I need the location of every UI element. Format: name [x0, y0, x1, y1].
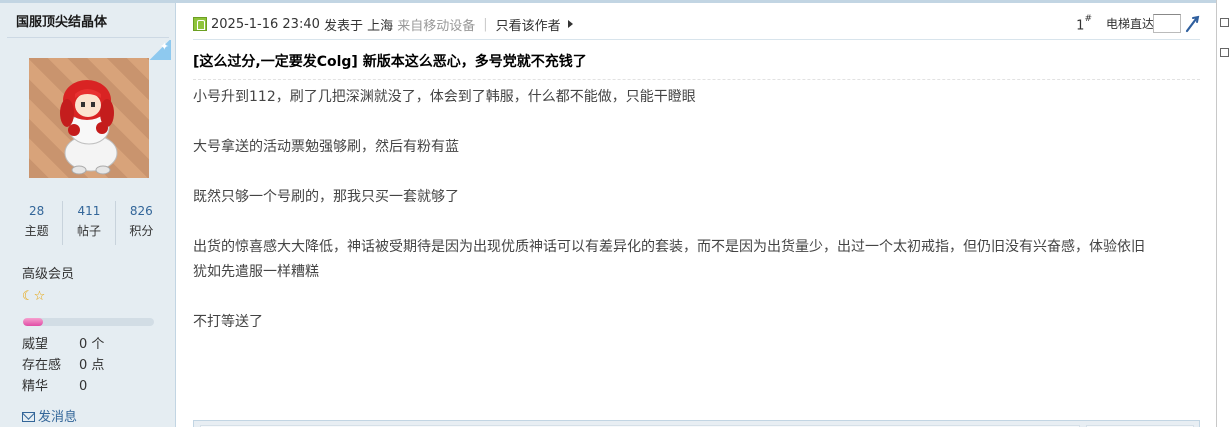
username-link[interactable]: 国服顶尖结晶体 [0, 11, 176, 35]
stat-threads[interactable]: 28 主题 [11, 201, 62, 245]
divider [7, 37, 169, 38]
user-stats: 28 主题 411 帖子 826 积分 [11, 201, 167, 245]
post-footer-bar [193, 420, 1200, 427]
stat-points[interactable]: 826 积分 [114, 201, 167, 245]
stat-value: 411 [77, 204, 101, 218]
stat-label: 帖子 [76, 224, 101, 238]
corner-tab-icon: ✦ [159, 40, 169, 53]
stat-posts[interactable]: 411 帖子 [62, 201, 114, 245]
meta-divider: | [483, 16, 488, 32]
prop-key: 存在感 [22, 358, 62, 373]
post-date: 2025-1-16 23:40 [211, 16, 320, 32]
prop-value: 0 个 [79, 337, 105, 352]
edge-icon [1220, 18, 1229, 27]
post-device: 来自移动设备 [397, 18, 476, 34]
profile-corner-tab[interactable]: ✦ [149, 40, 171, 60]
prop-key: 精华 [22, 379, 49, 394]
thread-title: [这么过分,一定要发Colg] 新版本这么恶心，多号党就不充钱了 [193, 54, 587, 70]
user-properties: 威望 0 个 存在感 0 点 精华 0 [22, 334, 104, 397]
stat-value: 826 [129, 204, 153, 218]
prop-prestige: 威望 0 个 [22, 334, 104, 355]
prop-presence: 存在感 0 点 [22, 355, 104, 376]
stat-label: 主题 [24, 224, 49, 238]
envelope-icon [22, 412, 35, 422]
post-body: 2025-1-16 23:40 发表于 上海 来自移动设备 | 只看该作者 1#… [176, 3, 1216, 427]
posted-at-label: 发表于 [324, 18, 364, 34]
post-paragraph [193, 160, 1201, 185]
star-icon: ☆ [33, 289, 46, 304]
prop-digest: 精华 0 [22, 376, 104, 397]
user-profile-sidebar: 国服顶尖结晶体 ✦ 28 主题 411 帖子 826 积分 高级会员 ☾☆ 威望… [0, 3, 176, 427]
post-paragraph: 大号拿送的活动票勉强够刷，然后有粉有蓝 [193, 139, 459, 155]
post-paragraph: 小号升到112，刷了几把深渊就没了，体会到了韩服，什么都不能做，只能干瞪眼 [193, 89, 696, 105]
post-paragraph [193, 285, 1201, 310]
send-message-label: 发消息 [38, 410, 78, 425]
user-rank[interactable]: 高级会员 [22, 263, 74, 282]
online-status-icon [193, 17, 207, 31]
edge-icon [1220, 48, 1229, 57]
prop-value: 0 点 [79, 358, 105, 373]
jump-go-icon[interactable] [1184, 15, 1200, 33]
triangle-right-icon [567, 20, 573, 28]
post-meta: 2025-1-16 23:40 发表于 上海 来自移动设备 | 只看该作者 [193, 15, 573, 34]
author-only-link[interactable]: 只看该作者 [496, 15, 561, 34]
send-message-link[interactable]: 发消息 [22, 409, 77, 427]
stat-label: 积分 [129, 224, 154, 238]
divider [193, 79, 1200, 80]
moon-icon: ☾ [22, 289, 34, 304]
prop-key: 威望 [22, 337, 49, 352]
post-paragraph [193, 110, 1201, 135]
level-progress-fill [23, 318, 43, 326]
prop-value: 0 [79, 379, 88, 394]
floor-suffix: # [1084, 14, 1092, 24]
post-paragraph: 出货的惊喜感大大降低，神话被受期待是因为出现优质神话可以有差异化的套装，而不是因… [193, 239, 1145, 255]
jump-floor-input[interactable] [1153, 14, 1181, 33]
post-paragraph: 不打等送了 [193, 314, 263, 330]
rank-stars: ☾☆ [22, 289, 45, 305]
avatar[interactable] [29, 58, 149, 178]
forum-post-page: 国服顶尖结晶体 ✦ 28 主题 411 帖子 826 积分 高级会员 ☾☆ 威望… [0, 0, 1231, 427]
post-paragraph: 既然只够一个号刷的，那我只买一套就够了 [193, 189, 459, 205]
avatar-character-image [60, 80, 118, 175]
post-location: 上海 [367, 18, 394, 34]
stat-value: 28 [29, 204, 45, 218]
right-edge-panel[interactable] [1216, 0, 1231, 427]
jump-to-floor-label: 电梯直达 [1105, 17, 1154, 31]
post-content: 小号升到112，刷了几把深渊就没了，体会到了韩服，什么都不能做，只能干瞪眼 大号… [193, 85, 1201, 335]
level-progress-bar [23, 318, 154, 326]
floor-number[interactable]: 1# [1076, 14, 1092, 33]
divider [193, 39, 1200, 40]
post-paragraph: 犹如先遣服一样糟糕 [193, 264, 319, 280]
post-paragraph [193, 210, 1201, 235]
